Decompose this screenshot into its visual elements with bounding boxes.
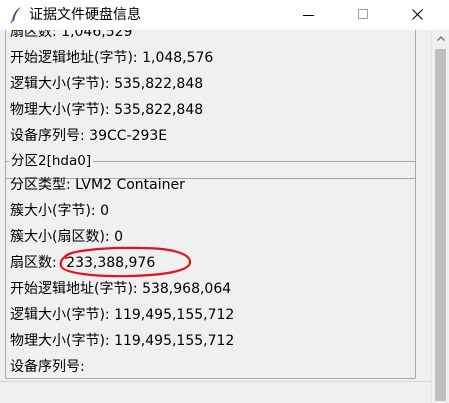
close-icon <box>412 9 423 20</box>
bottom-status-strip <box>0 381 431 403</box>
partition2-group: 分区2[hda0] 分区类型: LVM2 Container 簇大小(字节): … <box>5 152 416 379</box>
partition2-sector-count-value: 233,388,976 <box>66 255 156 271</box>
window-title: 证据文件硬盘信息 <box>29 7 141 23</box>
scrollbar-thumb[interactable] <box>435 49 446 401</box>
partition2-sector-count-label: 扇区数: <box>10 255 57 271</box>
disk-info-panel: 扇区数: 1,046,529 开始逻辑地址(字节): 1,048,576 逻辑大… <box>0 30 431 381</box>
partition1-sector-count: 扇区数: 1,046,529 <box>10 30 133 40</box>
partition2-start-address: 开始逻辑地址(字节): 538,968,064 <box>10 281 232 297</box>
title-bar[interactable]: 证据文件硬盘信息 <box>0 0 449 30</box>
partition2-physical-size: 物理大小(字节): 119,495,155,712 <box>10 333 235 349</box>
feather-icon <box>8 6 24 24</box>
close-button[interactable] <box>394 0 440 30</box>
scroll-up-arrow-icon <box>437 36 445 41</box>
partition1-logical-size: 逻辑大小(字节): 535,822,848 <box>10 76 204 92</box>
partition2-sector-count: 扇区数: 233,388,976 <box>10 254 155 272</box>
partition1-serial-number: 设备序列号: 39CC-293E <box>10 128 168 144</box>
partition1-start-address: 开始逻辑地址(字节): 1,048,576 <box>10 50 214 66</box>
partition2-type: 分区类型: LVM2 Container <box>10 177 185 193</box>
scroll-up-button[interactable] <box>432 30 449 47</box>
partition2-legend: 分区2[hda0] <box>9 152 94 170</box>
vertical-scrollbar[interactable] <box>431 30 449 403</box>
partition2-logical-size: 逻辑大小(字节): 119,495,155,712 <box>10 307 235 323</box>
evidence-disk-info-window: 证据文件硬盘信息 扇区数: 1,046,529 开始逻辑地址(字节): 1,04… <box>0 0 449 403</box>
partition2-serial-number: 设备序列号: <box>10 359 85 375</box>
partition2-cluster-size-bytes: 簇大小(字节): 0 <box>10 203 109 219</box>
minimize-button[interactable] <box>286 0 332 30</box>
maximize-button[interactable] <box>340 0 386 30</box>
partition1-physical-size: 物理大小(字节): 535,822,848 <box>10 102 204 118</box>
partition2-cluster-size-sectors: 簇大小(扇区数): 0 <box>10 229 123 245</box>
